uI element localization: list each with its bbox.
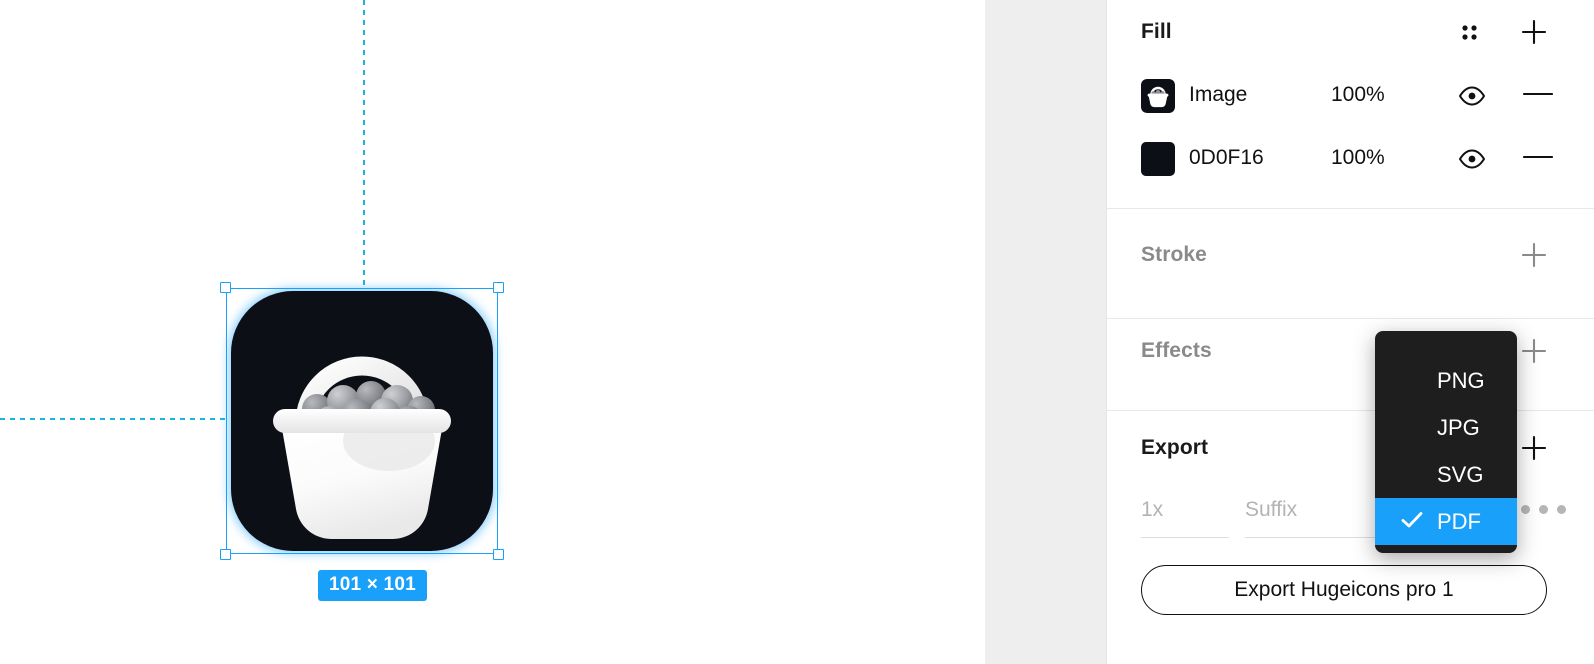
fill-label-image: Image bbox=[1189, 83, 1248, 106]
effects-section-title: Effects bbox=[1141, 339, 1212, 362]
dropdown-option-pdf-label: PDF bbox=[1437, 508, 1481, 534]
canvas-gutter bbox=[985, 0, 1106, 664]
dropdown-option-jpg-label: JPG bbox=[1437, 414, 1480, 440]
ellipsis-icon[interactable] bbox=[1521, 505, 1566, 514]
add-fill-button[interactable] bbox=[1519, 17, 1549, 47]
add-export-setting-button[interactable] bbox=[1519, 433, 1549, 463]
dropdown-bottom-padding bbox=[1375, 545, 1517, 553]
dropdown-top-padding bbox=[1375, 331, 1517, 357]
export-suffix-input[interactable]: Suffix bbox=[1245, 498, 1297, 522]
export-scale-underline bbox=[1141, 537, 1229, 538]
fill-label-color: 0D0F16 bbox=[1189, 146, 1264, 169]
divider bbox=[1107, 318, 1594, 319]
dropdown-option-pdf[interactable]: PDF bbox=[1375, 498, 1517, 545]
resize-handle-top-right[interactable] bbox=[493, 282, 504, 293]
dropdown-option-svg[interactable]: SVG bbox=[1375, 451, 1517, 498]
figma-like-editor: 101 × 101 Fill Image 100% 0D0F16 100% St… bbox=[0, 0, 1594, 664]
export-button[interactable]: Export Hugeicons pro 1 bbox=[1141, 565, 1547, 615]
export-format-dropdown[interactable]: PNG JPG SVG PDF bbox=[1375, 331, 1517, 553]
fill-opacity-color: 100% bbox=[1331, 146, 1385, 169]
export-section-title: Export bbox=[1141, 436, 1209, 459]
dropdown-option-jpg[interactable]: JPG bbox=[1375, 404, 1517, 451]
dropdown-option-svg-label: SVG bbox=[1437, 461, 1484, 487]
add-stroke-button[interactable] bbox=[1519, 240, 1549, 270]
dropdown-option-png[interactable]: PNG bbox=[1375, 357, 1517, 404]
stroke-section-title: Stroke bbox=[1141, 243, 1207, 266]
check-icon bbox=[1401, 509, 1423, 535]
divider bbox=[1107, 208, 1594, 209]
add-effect-button[interactable] bbox=[1519, 336, 1549, 366]
selection-group[interactable] bbox=[220, 282, 504, 560]
properties-panel: Fill Image 100% 0D0F16 100% Stroke Effec… bbox=[1106, 0, 1594, 664]
dimension-badge: 101 × 101 bbox=[318, 570, 427, 601]
fill-swatch-image[interactable] bbox=[1141, 79, 1175, 113]
remove-fill-image-button[interactable] bbox=[1523, 92, 1553, 96]
export-scale-input[interactable]: 1x bbox=[1141, 498, 1163, 522]
dropdown-option-png-label: PNG bbox=[1437, 367, 1485, 393]
grid-dots-icon[interactable] bbox=[1457, 20, 1481, 44]
horizontal-alignment-guide bbox=[0, 418, 228, 420]
remove-fill-color-button[interactable] bbox=[1523, 155, 1553, 159]
design-canvas[interactable]: 101 × 101 bbox=[0, 0, 985, 664]
selection-bounding-box bbox=[226, 288, 498, 554]
fill-swatch-color[interactable] bbox=[1141, 142, 1175, 176]
eye-icon[interactable] bbox=[1457, 148, 1487, 170]
export-button-label: Export Hugeicons pro 1 bbox=[1234, 578, 1454, 601]
fill-section-title: Fill bbox=[1141, 20, 1172, 43]
resize-handle-top-left[interactable] bbox=[220, 282, 231, 293]
resize-handle-bottom-right[interactable] bbox=[493, 549, 504, 560]
fill-opacity-image: 100% bbox=[1331, 83, 1385, 106]
vertical-alignment-guide bbox=[363, 0, 365, 290]
eye-icon[interactable] bbox=[1457, 85, 1487, 107]
divider bbox=[1107, 410, 1594, 411]
export-suffix-underline bbox=[1245, 537, 1385, 538]
resize-handle-bottom-left[interactable] bbox=[220, 549, 231, 560]
